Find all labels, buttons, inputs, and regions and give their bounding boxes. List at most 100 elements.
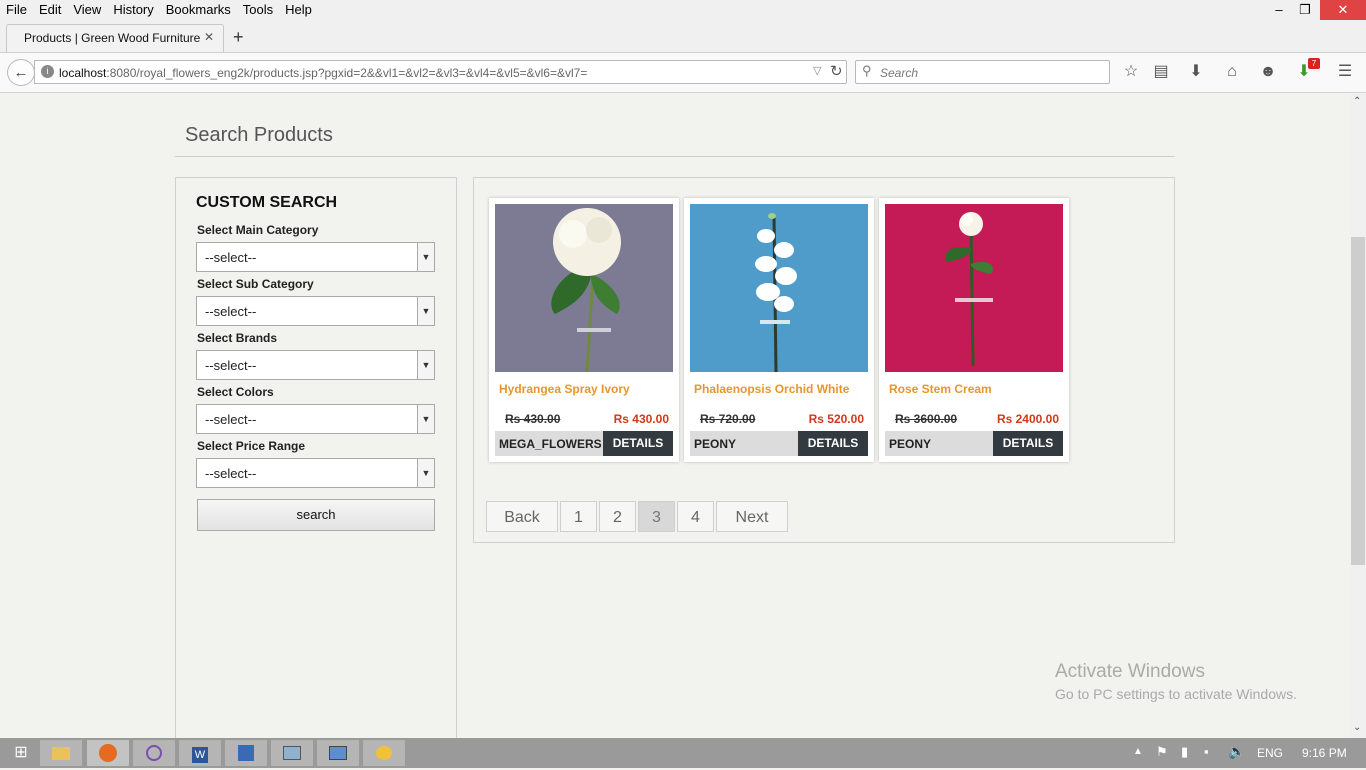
- viber-icon[interactable]: [133, 740, 175, 766]
- photo-viewer-icon[interactable]: [271, 740, 313, 766]
- download-count-badge: 7: [1308, 58, 1320, 69]
- brands-label: Select Brands: [197, 331, 278, 345]
- new-tab-button[interactable]: +: [233, 28, 244, 46]
- product-old-price: Rs 430.00: [505, 412, 561, 426]
- activate-windows-subtitle: Go to PC settings to activate Windows.: [1055, 686, 1297, 702]
- page-title: Search Products: [185, 124, 333, 146]
- url-path: :8080/royal_flowers_eng2k/products.jsp?p…: [106, 66, 588, 80]
- product-footer: MEGA_FLOWERS DETAILS: [495, 431, 673, 456]
- url-bar[interactable]: i localhost:8080/royal_flowers_eng2k/pro…: [34, 60, 847, 84]
- menu-bookmarks[interactable]: Bookmarks: [160, 0, 237, 17]
- product-card: Hydrangea Spray Ivory Rs 430.00 Rs 430.0…: [489, 198, 679, 462]
- main-category-value: --select--: [205, 250, 257, 265]
- home-icon[interactable]: ⌂: [1221, 62, 1243, 82]
- product-price: Rs 430.00: [613, 412, 669, 426]
- battery-icon[interactable]: ▮: [1181, 744, 1188, 760]
- price-range-value: --select--: [205, 466, 257, 481]
- details-button[interactable]: DETAILS: [603, 431, 673, 456]
- menu-help[interactable]: Help: [279, 0, 318, 17]
- pagination-page-1[interactable]: 1: [560, 501, 597, 532]
- scroll-up-arrow-icon[interactable]: ⌃: [1353, 96, 1361, 107]
- sub-category-label: Select Sub Category: [197, 277, 314, 291]
- taskbar-clock[interactable]: 9:16 PM: [1302, 746, 1347, 760]
- product-name[interactable]: Phalaenopsis Orchid White: [694, 382, 849, 396]
- price-range-label: Select Price Range: [197, 439, 306, 453]
- product-card: Phalaenopsis Orchid White Rs 720.00 Rs 5…: [684, 198, 874, 462]
- search-placeholder: Search: [880, 66, 919, 80]
- details-button[interactable]: DETAILS: [993, 431, 1063, 456]
- main-category-select[interactable]: --select-- ▼: [196, 242, 435, 272]
- virtualbox-icon[interactable]: [225, 740, 267, 766]
- back-arrow-icon[interactable]: ←: [7, 59, 35, 86]
- close-window-button[interactable]: ✕: [1320, 0, 1366, 20]
- product-image[interactable]: [885, 204, 1063, 372]
- network-signal-icon[interactable]: ▪: [1204, 744, 1209, 759]
- colors-value: --select--: [205, 412, 257, 427]
- pagination-page-2[interactable]: 2: [599, 501, 636, 532]
- product-name[interactable]: Hydrangea Spray Ivory: [499, 382, 630, 396]
- product-image[interactable]: [690, 204, 868, 372]
- brands-select[interactable]: --select-- ▼: [196, 350, 435, 380]
- hamburger-menu-icon[interactable]: ☰: [1334, 62, 1356, 82]
- product-card: Rose Stem Cream Rs 3600.00 Rs 2400.00 PE…: [879, 198, 1069, 462]
- volume-icon[interactable]: 🔈: [1228, 743, 1245, 760]
- menu-tools[interactable]: Tools: [237, 0, 279, 17]
- reload-icon[interactable]: ↻: [830, 62, 843, 80]
- windows-start-icon[interactable]: ⊞: [0, 740, 42, 766]
- details-button[interactable]: DETAILS: [798, 431, 868, 456]
- remote-desktop-icon[interactable]: [317, 740, 359, 766]
- price-range-select[interactable]: --select-- ▼: [196, 458, 435, 488]
- menu-view[interactable]: View: [67, 0, 107, 17]
- chevron-down-icon: ▼: [417, 459, 434, 487]
- firefox-icon[interactable]: [87, 740, 129, 766]
- product-name[interactable]: Rose Stem Cream: [889, 382, 992, 396]
- show-hidden-icons-icon[interactable]: ▲: [1133, 746, 1143, 757]
- custom-search-heading: CUSTOM SEARCH: [196, 194, 338, 211]
- action-center-flag-icon[interactable]: ⚑: [1156, 744, 1168, 760]
- colors-label: Select Colors: [197, 385, 274, 399]
- tab-close-icon[interactable]: ✕: [204, 30, 214, 44]
- url-host: localhost: [59, 66, 107, 80]
- product-old-price: Rs 3600.00: [895, 412, 958, 426]
- input-language[interactable]: ENG: [1257, 746, 1283, 760]
- chevron-down-icon: ▼: [417, 405, 434, 433]
- chevron-down-icon: ▼: [417, 297, 434, 325]
- sub-category-select[interactable]: --select-- ▼: [196, 296, 435, 326]
- pagination-page-3[interactable]: 3: [638, 501, 675, 532]
- pagination-next-button[interactable]: Next: [716, 501, 788, 532]
- downloads-icon[interactable]: ⬇: [1185, 62, 1207, 82]
- pagination-page-4[interactable]: 4: [677, 501, 714, 532]
- main-category-label: Select Main Category: [197, 223, 319, 237]
- menu-history[interactable]: History: [107, 0, 159, 17]
- chat-icon[interactable]: ☻: [1257, 62, 1279, 82]
- paint-icon[interactable]: [363, 740, 405, 766]
- url-text: localhost:8080/royal_flowers_eng2k/produ…: [59, 66, 587, 80]
- scroll-down-arrow-icon[interactable]: ⌄: [1353, 722, 1361, 733]
- product-image[interactable]: [495, 204, 673, 372]
- colors-select[interactable]: --select-- ▼: [196, 404, 435, 434]
- menu-bar: File Edit View History Bookmarks Tools Help – …: [0, 0, 1366, 20]
- bookmark-star-icon[interactable]: ☆: [1120, 62, 1142, 82]
- chevron-down-icon: ▼: [417, 351, 434, 379]
- product-footer: PEONY DETAILS: [885, 431, 1063, 456]
- menu-edit[interactable]: Edit: [33, 0, 67, 17]
- menu-file[interactable]: File: [0, 0, 33, 17]
- search-icon: ⚲: [862, 63, 872, 78]
- product-old-price: Rs 720.00: [700, 412, 756, 426]
- pagination-back-button[interactable]: Back: [486, 501, 558, 532]
- vertical-scrollbar[interactable]: ⌃ ⌄: [1350, 94, 1366, 738]
- title-divider: [175, 156, 1175, 157]
- scrollbar-thumb[interactable]: [1351, 237, 1365, 565]
- word-icon[interactable]: W: [179, 740, 221, 766]
- url-dropdown-icon[interactable]: ▽: [813, 64, 821, 77]
- browser-tab[interactable]: Products | Green Wood Furniture ✕: [6, 24, 224, 52]
- brands-value: --select--: [205, 358, 257, 373]
- search-button[interactable]: search: [197, 499, 435, 531]
- chevron-down-icon: ▼: [417, 243, 434, 271]
- file-explorer-icon[interactable]: [40, 740, 82, 766]
- search-bar[interactable]: ⚲ Search: [855, 60, 1110, 84]
- product-price: Rs 520.00: [808, 412, 864, 426]
- tab-title: Products | Green Wood Furniture: [24, 31, 201, 45]
- reading-list-icon[interactable]: ▤: [1150, 62, 1172, 82]
- site-info-icon[interactable]: i: [41, 65, 54, 78]
